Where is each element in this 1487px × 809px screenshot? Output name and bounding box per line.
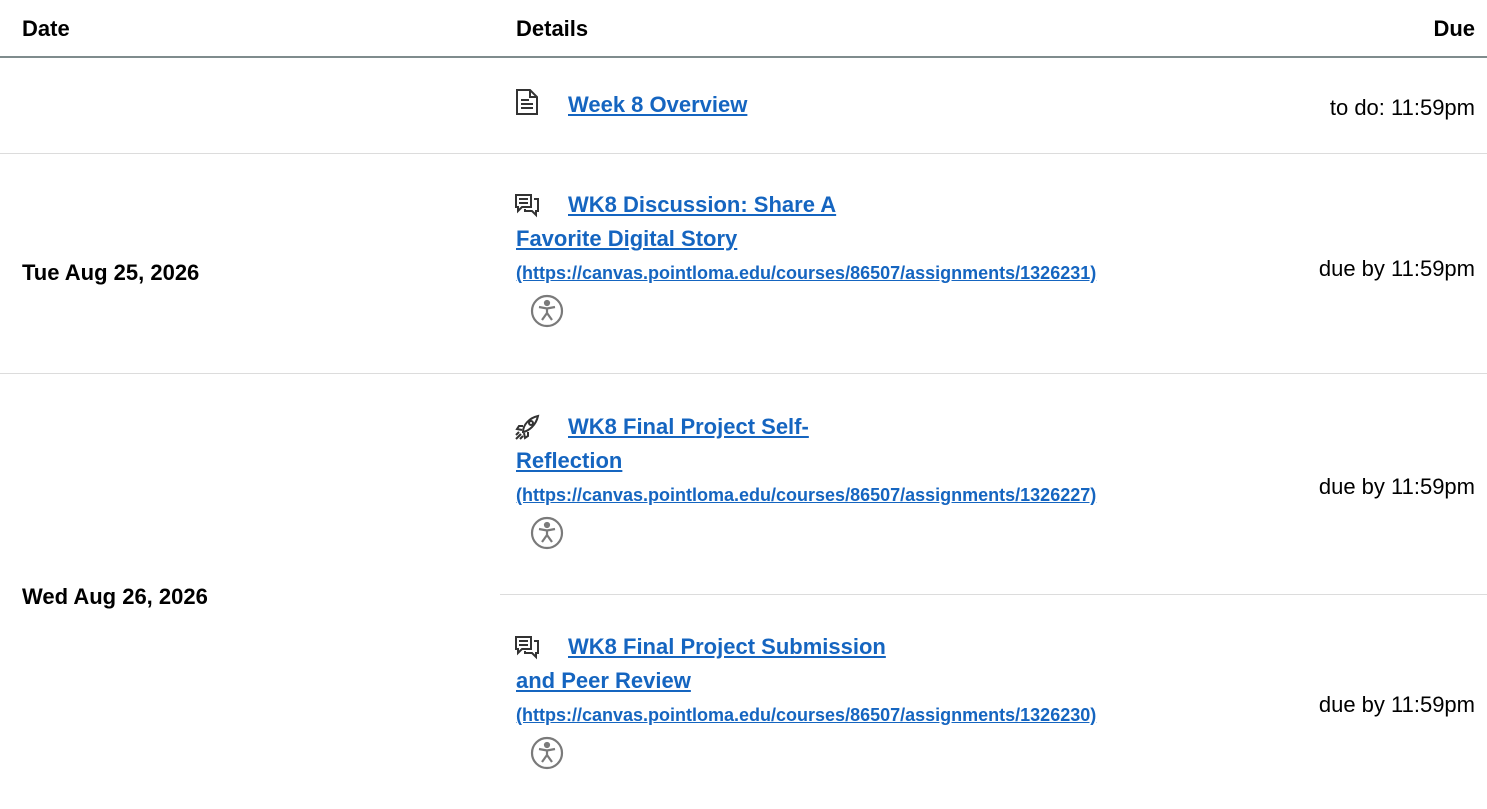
- assignment-link-week-8-overview[interactable]: Week 8 Overview: [568, 88, 747, 122]
- assignment-link-wk8-final-project-self-reflection[interactable]: WK8 Final Project Self-: [568, 410, 809, 444]
- accessibility-icon[interactable]: [530, 294, 564, 328]
- assignment-link-wk8-discussion-line2[interactable]: Favorite Digital Story: [516, 222, 737, 256]
- assignment-link-self-reflection-line2[interactable]: Reflection: [516, 444, 622, 478]
- page-icon: [514, 88, 540, 116]
- rocket-icon: [514, 413, 540, 441]
- column-header-due: Due: [1433, 16, 1475, 41]
- assignment-url-link[interactable]: (https://canvas.pointloma.edu/courses/86…: [516, 256, 1096, 290]
- discussion-icon: [514, 633, 540, 661]
- due-date: due by 11:59pm: [1318, 256, 1475, 281]
- item-divider: [500, 594, 1487, 595]
- assignment-link-submission-line2[interactable]: and Peer Review: [516, 664, 691, 698]
- due-date: due by 11:59pm: [1318, 692, 1475, 717]
- assignment-url-link[interactable]: (https://canvas.pointloma.edu/courses/86…: [516, 698, 1096, 732]
- table-header: Date Details Due: [0, 0, 1487, 58]
- table-row: Week 8 Overview to do: 11:59pm: [0, 58, 1487, 154]
- column-header-details: Details: [516, 16, 589, 41]
- date-cell: Wed Aug 26, 2026: [22, 584, 208, 609]
- column-header-date: Date: [22, 16, 70, 41]
- discussion-icon: [514, 191, 540, 219]
- date-cell: Tue Aug 25, 2026: [22, 260, 200, 285]
- table-row: Wed Aug 26, 2026 WK8 Final Project Self-…: [0, 374, 1487, 809]
- assignment-url-link[interactable]: (https://canvas.pointloma.edu/courses/86…: [516, 478, 1096, 512]
- due-date: due by 11:59pm: [1318, 474, 1475, 499]
- assignment-link-wk8-discussion[interactable]: WK8 Discussion: Share A: [568, 188, 836, 222]
- accessibility-icon[interactable]: [530, 736, 564, 770]
- table-row: Tue Aug 25, 2026 WK8 Discussion: Share A…: [0, 154, 1487, 374]
- due-date: to do: 11:59pm: [1329, 95, 1475, 120]
- assignment-link-wk8-final-project-submission[interactable]: WK8 Final Project Submission: [568, 630, 886, 664]
- accessibility-icon[interactable]: [530, 516, 564, 550]
